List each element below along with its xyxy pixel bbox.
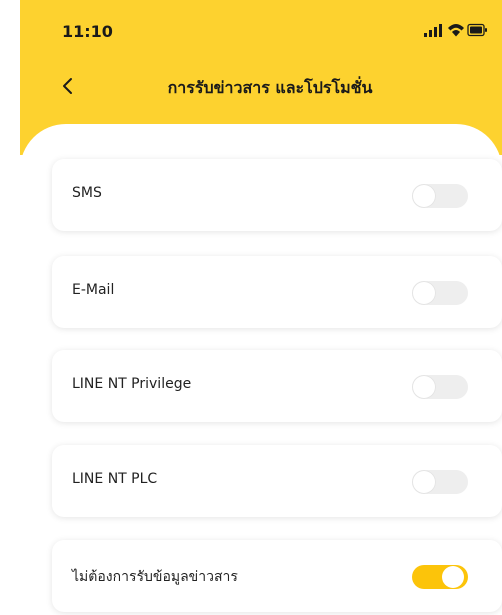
page-title: การรับข่าวสาร และโปรโมชั่น [167,78,373,97]
option-card-sms[interactable]: SMS [52,159,502,231]
option-label: LINE NT PLC [72,471,158,487]
email-toggle[interactable] [412,281,468,305]
option-card-email[interactable]: E-Mail [52,256,502,328]
option-card-no-news[interactable]: ไม่ต้องการรับข้อมูลข่าวสาร [52,540,502,612]
toggle-knob [412,184,436,208]
line-nt-privilege-toggle[interactable] [412,375,468,399]
sms-toggle[interactable] [412,184,468,208]
status-icons [424,21,488,41]
screen: 11:10 การรับข่าวสาร และโปรโมชั่น SMS E-M… [0,0,502,615]
option-card-line-nt-plc[interactable]: LINE NT PLC [52,445,502,517]
toggle-knob [442,566,464,588]
chevron-left-icon [63,78,72,94]
option-label: LINE NT Privilege [72,376,192,392]
toggle-knob [412,470,436,494]
battery-icon [467,23,487,37]
line-nt-plc-toggle[interactable] [412,470,468,494]
back-button[interactable] [56,74,80,98]
toggle-knob [412,375,436,399]
no-news-toggle[interactable] [412,565,468,589]
option-label: SMS [72,185,102,201]
option-card-line-nt-privilege[interactable]: LINE NT Privilege [52,350,502,422]
wifi-icon [448,24,464,37]
toggle-knob [412,281,436,305]
option-label: ไม่ต้องการรับข้อมูลข่าวสาร [72,569,238,585]
status-time: 11:10 [62,22,113,41]
signal-icon [424,24,442,37]
option-label: E-Mail [72,282,115,298]
